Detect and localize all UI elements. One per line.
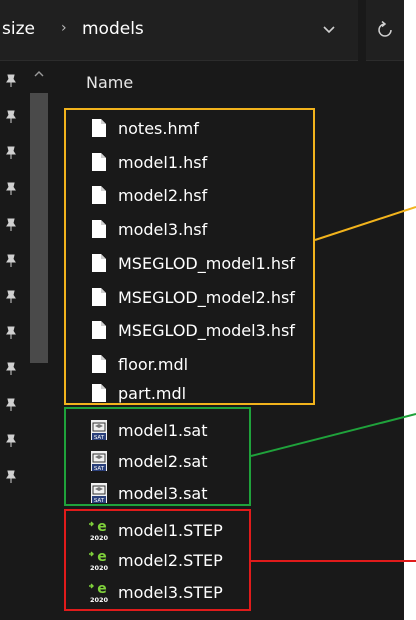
leader-line-yellow (314, 206, 416, 241)
annotation-leader-lines (250, 206, 416, 562)
leader-line-green (250, 413, 416, 457)
